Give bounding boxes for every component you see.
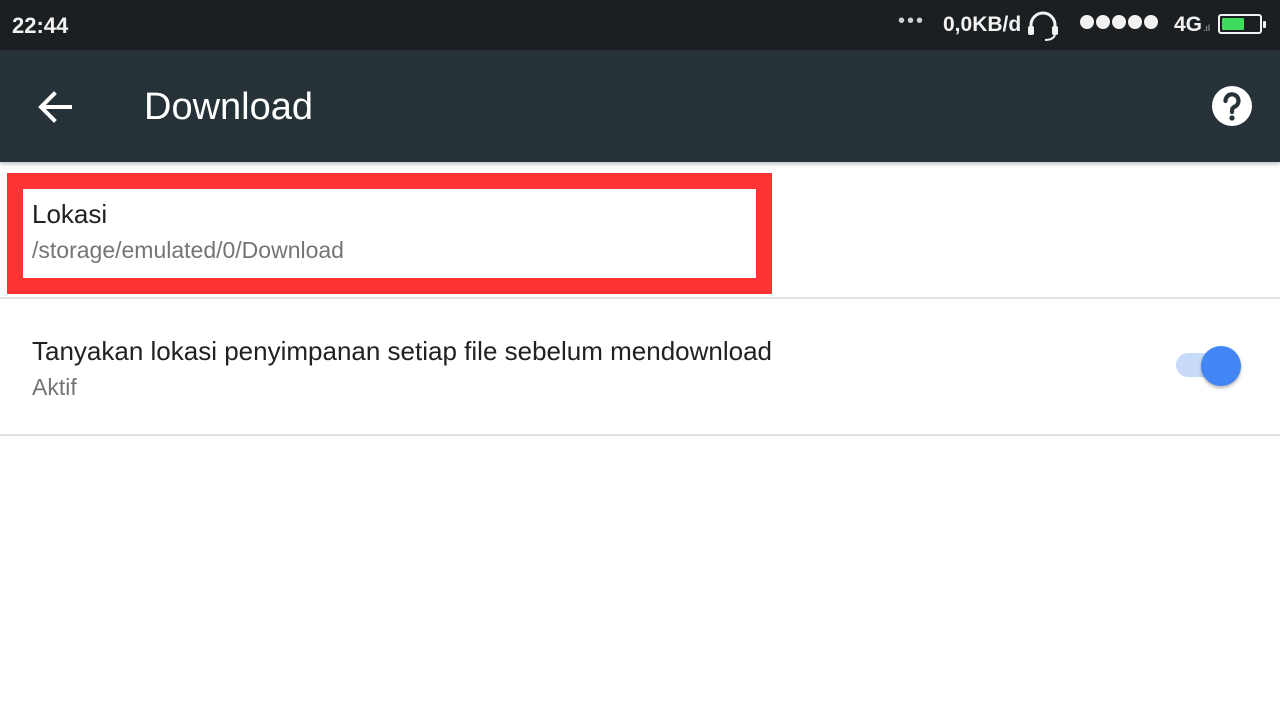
highlight-box <box>7 173 772 294</box>
network-bars-glyph: .ıl <box>1203 23 1211 33</box>
help-button[interactable] <box>1206 80 1258 132</box>
network-type: 4G.ıl <box>1174 13 1210 37</box>
page-title: Download <box>144 86 313 128</box>
ask-location-title: Tanyakan lokasi penyimpanan setiap file … <box>32 336 773 366</box>
location-title: Lokasi <box>32 199 108 229</box>
overflow-notification-icon: ••• <box>898 10 926 32</box>
signal-strength-icon <box>1080 15 1160 34</box>
location-setting[interactable]: Lokasi /storage/emulated/0/Download <box>0 164 1280 299</box>
arrow-left-icon <box>38 91 72 123</box>
app-bar: Download <box>0 50 1280 162</box>
back-button[interactable] <box>28 80 82 134</box>
status-indicators: ••• 0,0KB/d 4G.ıl <box>0 0 1280 50</box>
headset-icon <box>1028 11 1058 41</box>
network-type-label: 4G <box>1174 13 1203 36</box>
help-circle-icon <box>1212 86 1252 126</box>
ask-location-setting[interactable]: Tanyakan lokasi penyimpanan setiap file … <box>0 299 1280 436</box>
ask-location-toggle[interactable] <box>1176 346 1242 388</box>
network-speed: 0,0KB/d <box>943 13 1022 36</box>
ask-location-status: Aktif <box>32 374 77 400</box>
location-path: /storage/emulated/0/Download <box>32 237 344 263</box>
battery-icon <box>1218 14 1266 34</box>
status-bar: 22:44 ••• 0,0KB/d 4G.ıl <box>0 0 1280 50</box>
toggle-thumb <box>1201 346 1241 386</box>
battery-level <box>1222 18 1244 30</box>
